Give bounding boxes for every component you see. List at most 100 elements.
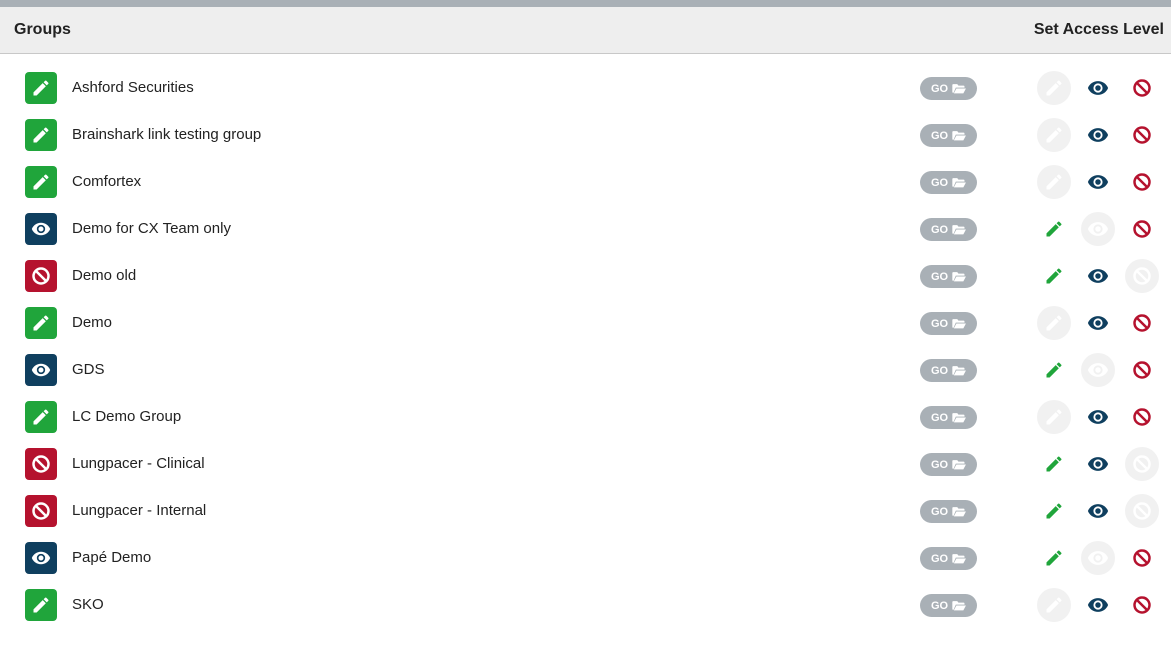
set-view-button[interactable]: [1081, 165, 1115, 199]
ban-icon: [1132, 219, 1152, 239]
groups-column-header: Groups: [14, 21, 71, 38]
group-name: Comfortex: [72, 173, 142, 190]
group-row: LC Demo Group GO: [0, 394, 1171, 441]
eye-icon: [1087, 594, 1109, 616]
set-view-button[interactable]: [1081, 306, 1115, 340]
ban-icon: [31, 266, 51, 286]
eye-icon: [1087, 124, 1109, 146]
group-row: Comfortex GO: [0, 159, 1171, 206]
set-no-access-button[interactable]: [1125, 212, 1159, 246]
set-view-button[interactable]: [1081, 212, 1115, 246]
group-row: Lungpacer - Clinical GO: [0, 441, 1171, 488]
eye-icon: [1087, 547, 1109, 569]
set-no-access-button[interactable]: [1125, 71, 1159, 105]
set-no-access-button[interactable]: [1125, 165, 1159, 199]
eye-icon: [1087, 453, 1109, 475]
set-edit-button[interactable]: [1037, 71, 1071, 105]
set-edit-button[interactable]: [1037, 165, 1071, 199]
set-view-button[interactable]: [1081, 353, 1115, 387]
go-label: GO: [930, 552, 949, 565]
set-no-access-button[interactable]: [1125, 541, 1159, 575]
group-row: GDS GO: [0, 347, 1171, 394]
ban-icon: [31, 501, 51, 521]
set-view-button[interactable]: [1081, 259, 1115, 293]
folder-open-icon: [952, 553, 967, 564]
set-no-access-button[interactable]: [1125, 306, 1159, 340]
set-view-button[interactable]: [1081, 447, 1115, 481]
group-row: Demo GO: [0, 300, 1171, 347]
go-button[interactable]: GO: [920, 594, 977, 617]
ban-icon: [31, 454, 51, 474]
go-label: GO: [930, 129, 949, 142]
set-edit-button[interactable]: [1037, 447, 1071, 481]
pencil-icon: [1044, 219, 1064, 239]
set-no-access-button[interactable]: [1125, 353, 1159, 387]
set-no-access-button[interactable]: [1125, 494, 1159, 528]
pencil-icon: [31, 595, 51, 615]
go-button[interactable]: GO: [920, 547, 977, 570]
go-button[interactable]: GO: [920, 500, 977, 523]
group-row: SKO GO: [0, 582, 1171, 629]
go-button[interactable]: GO: [920, 218, 977, 241]
ban-icon: [1132, 454, 1152, 474]
go-button[interactable]: GO: [920, 124, 977, 147]
group-row: Ashford Securities GO: [0, 65, 1171, 112]
go-label: GO: [930, 364, 949, 377]
ban-icon: [1132, 595, 1152, 615]
group-name: Demo for CX Team only: [72, 220, 231, 237]
eye-icon: [31, 548, 51, 568]
group-name: Lungpacer - Internal: [72, 502, 207, 519]
folder-open-icon: [952, 506, 967, 517]
set-view-button[interactable]: [1081, 494, 1115, 528]
group-name: Brainshark link testing group: [72, 126, 262, 143]
go-label: GO: [930, 599, 949, 612]
set-edit-button[interactable]: [1037, 494, 1071, 528]
set-edit-button[interactable]: [1037, 118, 1071, 152]
set-edit-button[interactable]: [1037, 541, 1071, 575]
go-button[interactable]: GO: [920, 77, 977, 100]
folder-open-icon: [952, 177, 967, 188]
set-no-access-button[interactable]: [1125, 400, 1159, 434]
go-button[interactable]: GO: [920, 453, 977, 476]
set-view-button[interactable]: [1081, 588, 1115, 622]
go-button[interactable]: GO: [920, 265, 977, 288]
group-name: Ashford Securities: [72, 79, 194, 96]
access-badge: [25, 354, 57, 386]
go-button[interactable]: GO: [920, 359, 977, 382]
go-label: GO: [930, 458, 949, 471]
set-edit-button[interactable]: [1037, 353, 1071, 387]
set-no-access-button[interactable]: [1125, 259, 1159, 293]
go-button[interactable]: GO: [920, 171, 977, 194]
eye-icon: [31, 219, 51, 239]
set-view-button[interactable]: [1081, 118, 1115, 152]
ban-icon: [1132, 407, 1152, 427]
ban-icon: [1132, 78, 1152, 98]
pencil-icon: [31, 125, 51, 145]
group-name: Demo: [72, 314, 113, 331]
set-edit-button[interactable]: [1037, 212, 1071, 246]
set-view-button[interactable]: [1081, 71, 1115, 105]
eye-icon: [1087, 77, 1109, 99]
set-no-access-button[interactable]: [1125, 588, 1159, 622]
set-no-access-button[interactable]: [1125, 447, 1159, 481]
access-level-column-header: Set Access Level: [1033, 21, 1164, 38]
set-view-button[interactable]: [1081, 541, 1115, 575]
eye-icon: [31, 360, 51, 380]
set-edit-button[interactable]: [1037, 259, 1071, 293]
ban-icon: [1132, 548, 1152, 568]
set-view-button[interactable]: [1081, 400, 1115, 434]
go-button[interactable]: GO: [920, 312, 977, 335]
access-badge: [25, 166, 57, 198]
pencil-icon: [31, 407, 51, 427]
folder-open-icon: [952, 600, 967, 611]
ban-icon: [1132, 172, 1152, 192]
go-label: GO: [930, 223, 949, 236]
set-edit-button[interactable]: [1037, 588, 1071, 622]
go-label: GO: [930, 411, 949, 424]
set-edit-button[interactable]: [1037, 306, 1071, 340]
go-button[interactable]: GO: [920, 406, 977, 429]
pencil-icon: [1044, 501, 1064, 521]
set-edit-button[interactable]: [1037, 400, 1071, 434]
go-label: GO: [930, 317, 949, 330]
set-no-access-button[interactable]: [1125, 118, 1159, 152]
